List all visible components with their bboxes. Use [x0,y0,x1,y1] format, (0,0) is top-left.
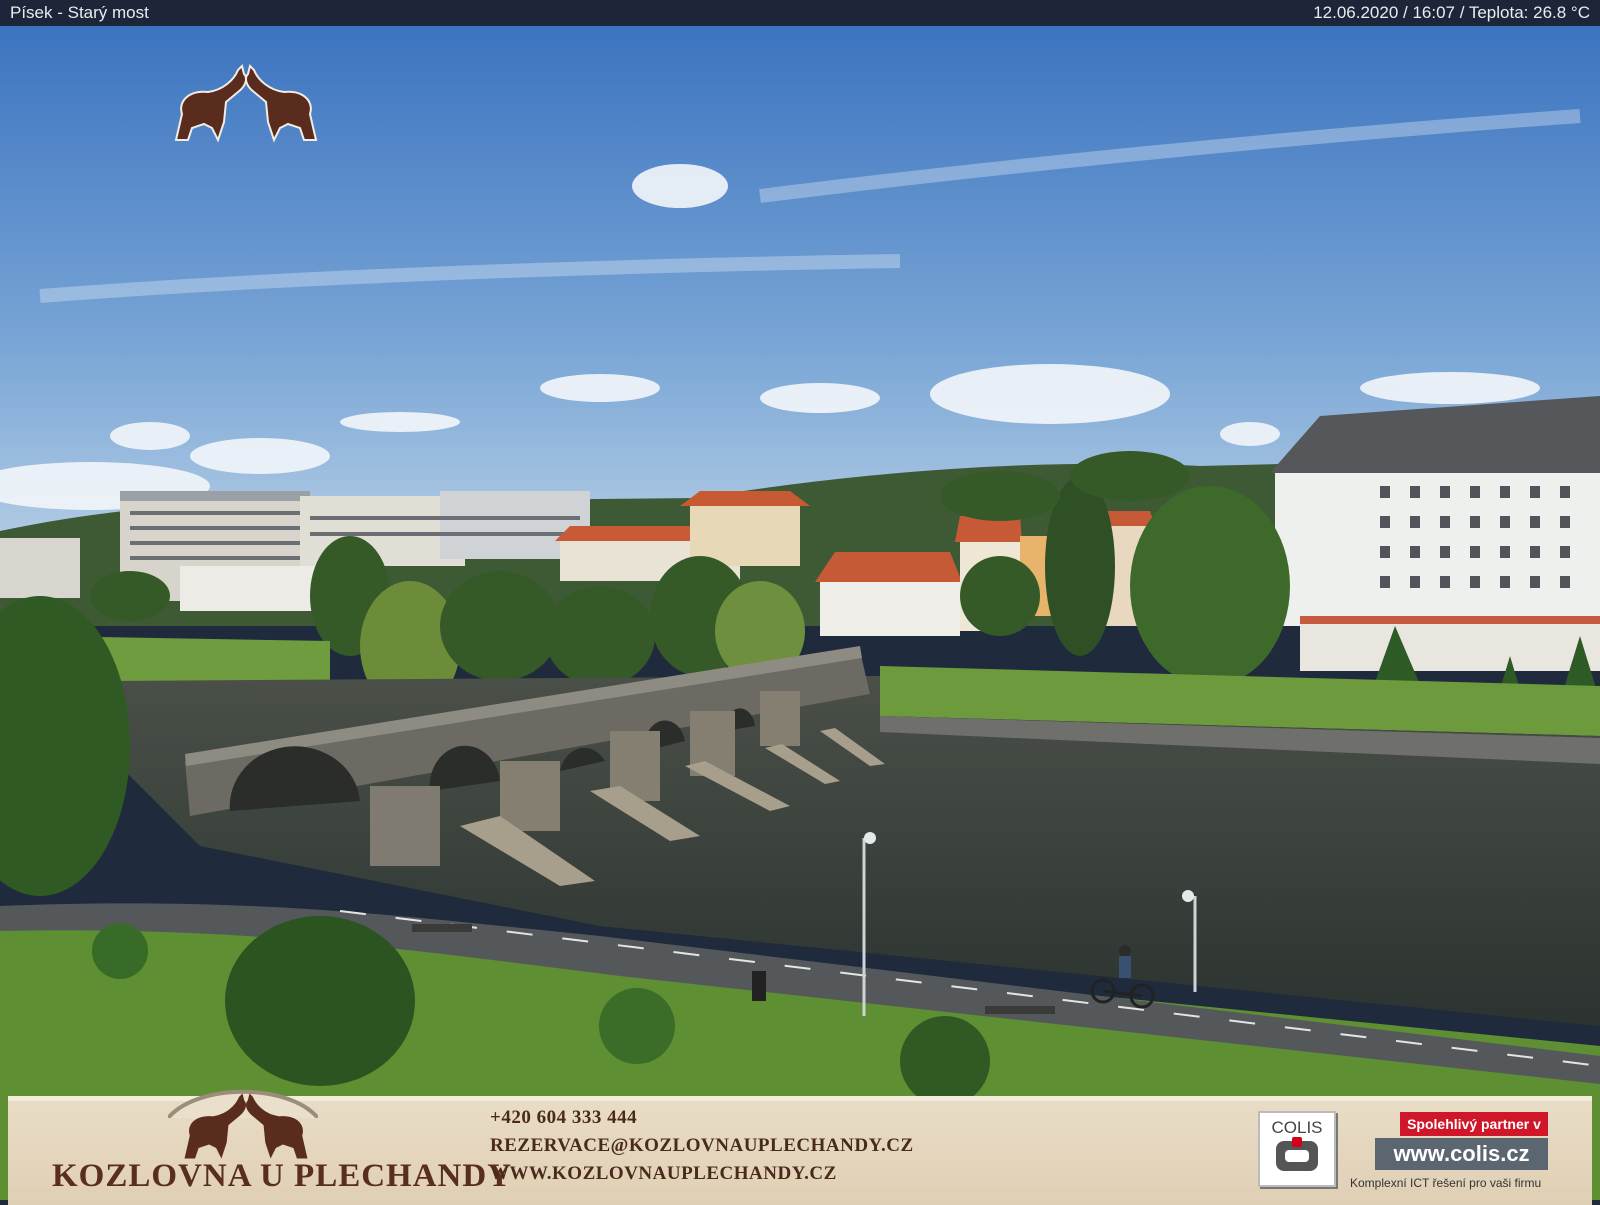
camera-status: 12.06.2020 / 16:07 / Teplota: 26.8 °C [1313,3,1590,22]
restaurant-brand: KOZLOVNA U PLECHANDY [52,1158,513,1194]
bench [412,924,472,932]
camera-title-bar: Písek - Starý most 12.06.2020 / 16:07 / … [0,0,1600,26]
goats-logo-icon [184,1093,308,1159]
goats-logo-icon [174,64,318,143]
river-bridge-scene [0,26,1600,1200]
webcam-image [0,26,1600,1200]
contact-info: +420 604 333 444 REZERVACE@KOZLOVNAUPLEC… [490,1104,914,1188]
bench [985,1006,1055,1014]
camera-location: Písek - Starý most [10,3,149,22]
trash-bin [752,971,766,1001]
email-address: REZERVACE@KOZLOVNAUPLECHANDY.CZ [490,1135,914,1156]
sponsor-tagline: Komplexní ICT řešení pro vaši firmu [1350,1176,1542,1190]
partner-badge: Spolehlivý partner v IT [1400,1112,1548,1156]
website-address: WWW.KOZLOVNAUPLECHANDY.CZ [490,1163,837,1184]
sponsor-banner: KOZLOVNA U PLECHANDY +420 604 333 444 RE… [0,1078,1600,1205]
colis-dot-icon [1292,1137,1302,1147]
colis-logo-word: COLIS [1271,1118,1323,1137]
sponsor-url: www.colis.cz [1375,1138,1548,1170]
phone-number: +420 604 333 444 [490,1107,638,1128]
castle-building [1270,396,1600,671]
colis-logo: COLIS [1258,1111,1336,1187]
